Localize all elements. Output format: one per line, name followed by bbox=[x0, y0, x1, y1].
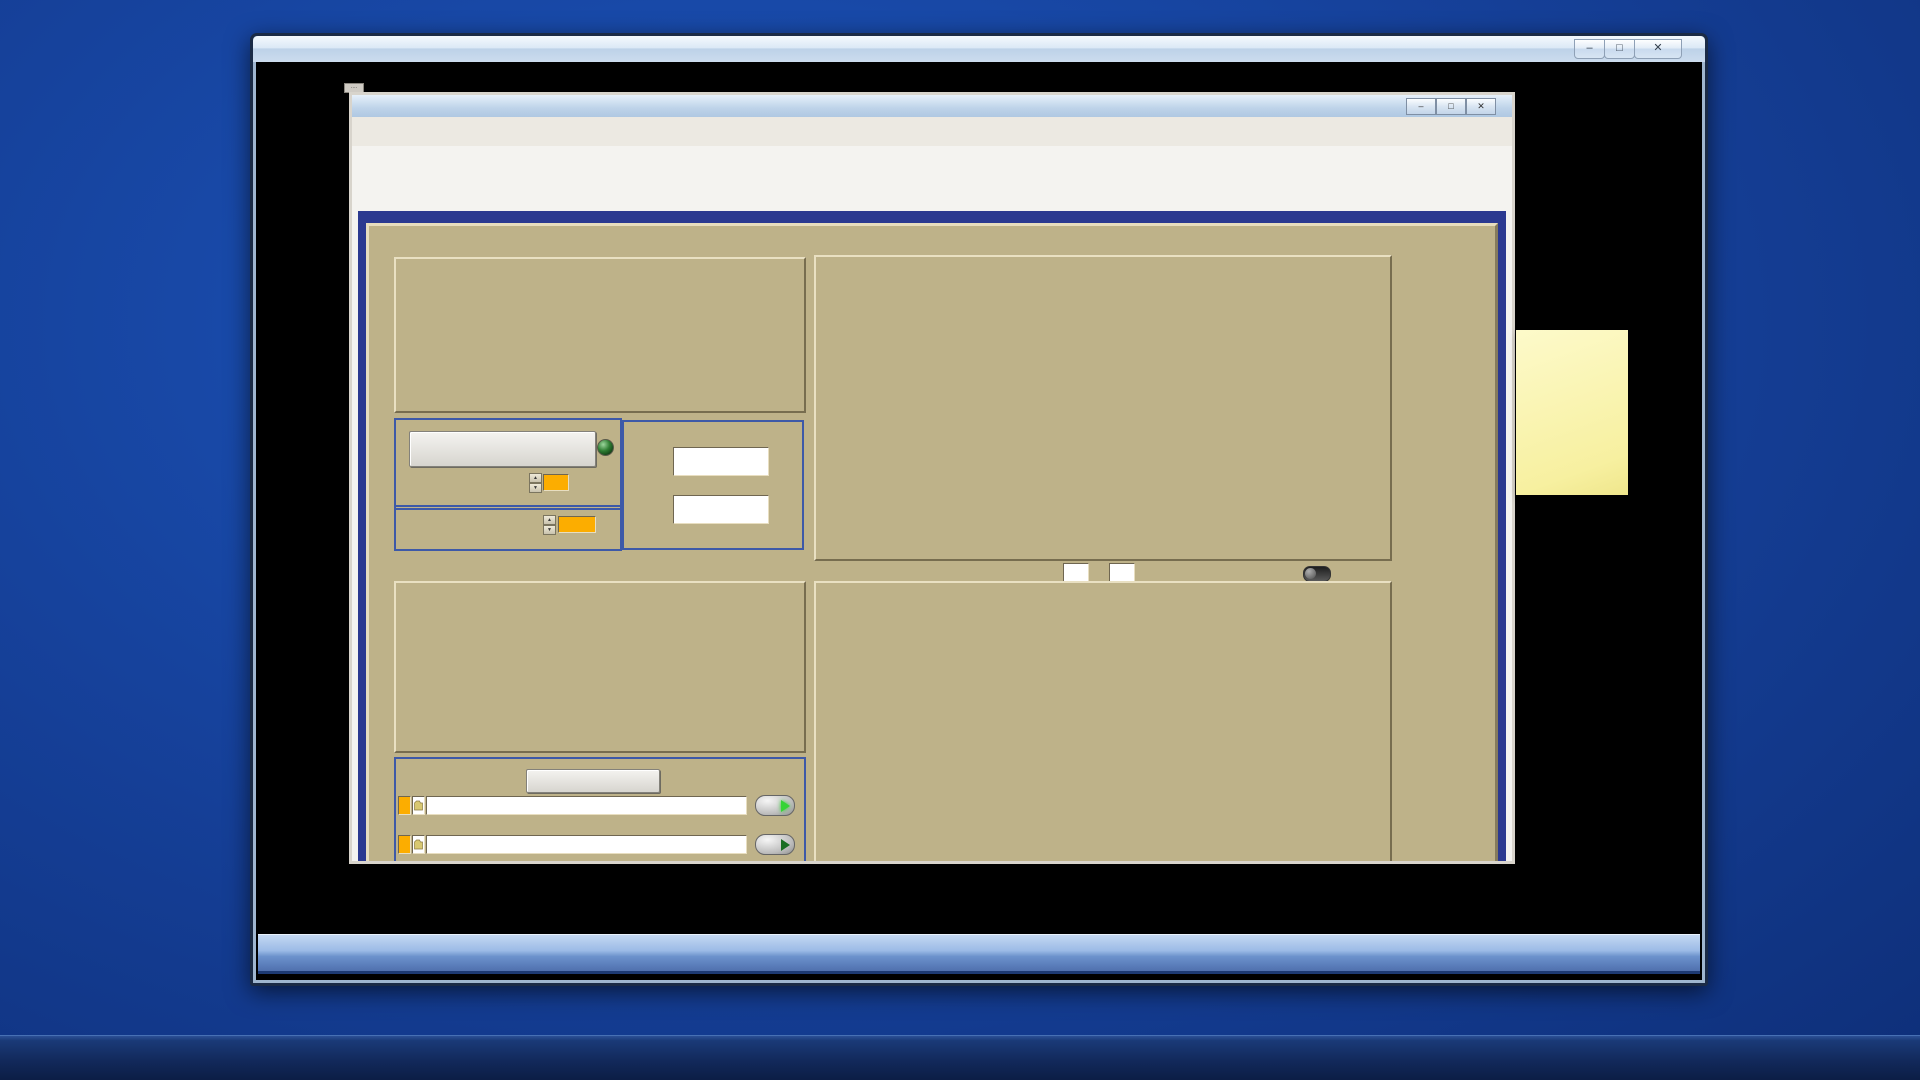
renew-led-indicator[interactable] bbox=[597, 439, 614, 456]
el-field[interactable] bbox=[673, 495, 769, 524]
velocity-graph-group bbox=[394, 581, 806, 753]
remote-taskbar bbox=[258, 934, 1700, 974]
off-indicator bbox=[781, 838, 790, 851]
sticky-note[interactable] bbox=[1516, 330, 1628, 495]
snr-threshold-box: ▲ ▼ bbox=[394, 505, 622, 551]
data-logging-box bbox=[394, 757, 806, 861]
rdp-minimize-button[interactable]: – bbox=[1574, 39, 1605, 59]
vi-tab-strip bbox=[352, 117, 1512, 147]
raw-logging-off-button[interactable] bbox=[755, 834, 795, 855]
browse-icon bbox=[414, 839, 423, 850]
vi-titlebar[interactable]: – □ ✕ bbox=[352, 95, 1512, 118]
rdp-window: – □ ✕ .... – □ ✕ ▲ ▼ ▲ ▼ bbox=[250, 33, 1708, 986]
average-count-field[interactable] bbox=[1109, 563, 1135, 582]
processed-drive-selector[interactable] bbox=[398, 796, 411, 815]
on-indicator bbox=[781, 799, 790, 812]
rdp-close-button[interactable]: ✕ bbox=[1634, 39, 1682, 59]
raw-path-field[interactable] bbox=[426, 835, 747, 854]
browse-icon bbox=[414, 800, 423, 811]
background-controls-box: ▲ ▼ bbox=[394, 418, 622, 510]
raw-browse-button[interactable] bbox=[412, 835, 425, 854]
rays-value-field[interactable] bbox=[543, 474, 569, 491]
processed-path-field[interactable] bbox=[426, 796, 747, 815]
vi-window: – □ ✕ ▲ ▼ ▲ ▼ bbox=[349, 92, 1515, 864]
vi-maximize-button[interactable]: □ bbox=[1436, 98, 1466, 115]
doppler-graph-group bbox=[814, 581, 1392, 861]
rays-spinner[interactable]: ▲ ▼ bbox=[529, 473, 542, 493]
vi-close-button[interactable]: ✕ bbox=[1466, 98, 1496, 115]
processed-logging-on-button[interactable] bbox=[755, 795, 795, 816]
host-desktop: – □ ✕ .... – □ ✕ ▲ ▼ ▲ ▼ bbox=[0, 0, 1920, 1080]
restart-processed-file-button[interactable] bbox=[526, 769, 660, 793]
az-field[interactable] bbox=[673, 447, 769, 476]
raw-drive-selector[interactable] bbox=[398, 835, 411, 854]
backscatter-graph-group bbox=[814, 255, 1392, 561]
snr-spinner[interactable]: ▲ ▼ bbox=[543, 515, 556, 535]
renew-background-button[interactable] bbox=[409, 431, 596, 467]
ascope-graph-group bbox=[394, 257, 806, 413]
remote-desktop: .... – □ ✕ ▲ ▼ ▲ ▼ bbox=[256, 62, 1702, 980]
average-number-field[interactable] bbox=[1063, 563, 1089, 582]
host-taskbar bbox=[0, 1035, 1920, 1080]
scanner-position-box bbox=[622, 420, 804, 550]
vi-minimize-button[interactable]: – bbox=[1406, 98, 1436, 115]
snr-value-field[interactable] bbox=[558, 516, 596, 533]
vi-front-panel: ▲ ▼ ▲ ▼ bbox=[352, 146, 1512, 861]
rdp-maximize-button[interactable]: □ bbox=[1604, 39, 1635, 59]
backscatter-toggle[interactable] bbox=[1303, 566, 1331, 582]
processed-browse-button[interactable] bbox=[412, 796, 425, 815]
rdp-titlebar[interactable]: – □ ✕ bbox=[253, 36, 1705, 62]
